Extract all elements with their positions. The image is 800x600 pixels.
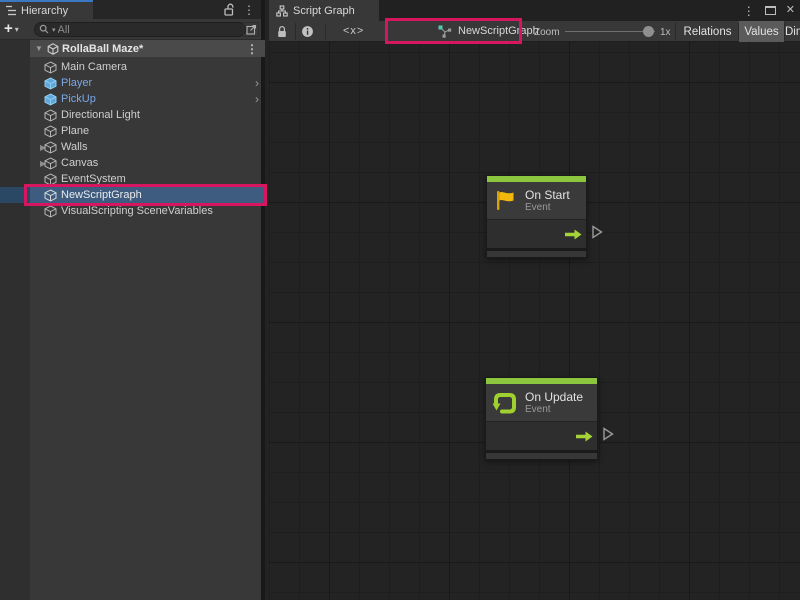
hierarchy-list: ▼ RollaBall Maze* ⋮ Main Camera Player › (0, 40, 261, 600)
prefab-chevron-icon[interactable]: › (255, 93, 259, 105)
graph-asset-icon (437, 24, 452, 38)
search-icon (39, 24, 50, 35)
output-port-icon[interactable] (591, 225, 603, 239)
tab-script-graph[interactable]: Script Graph (269, 0, 379, 21)
unity-editor-window: Hierarchy ⋮ + ▾ ▾ (0, 0, 800, 600)
flag-icon (493, 188, 518, 213)
tab-hierarchy[interactable]: Hierarchy (0, 0, 93, 19)
zoom-slider-track[interactable] (565, 31, 655, 32)
gameobject-cube-icon (44, 141, 57, 154)
node-on-update[interactable]: On Update Event (485, 377, 598, 460)
lock-icon[interactable] (276, 25, 288, 38)
scene-name: RollaBall Maze* (62, 43, 143, 55)
search-popout-button[interactable] (243, 22, 259, 37)
hierarchy-row-directional-light[interactable]: Directional Light (30, 107, 265, 123)
graph-tab-icon (276, 5, 288, 17)
hierarchy-tab-bar: Hierarchy ⋮ (0, 0, 261, 19)
hierarchy-row-scenevariables[interactable]: VisualScripting SceneVariables (30, 203, 265, 219)
node-footer (486, 450, 597, 459)
hierarchy-row-plane[interactable]: Plane (30, 123, 265, 139)
hierarchy-row-player[interactable]: Player › (30, 75, 265, 91)
hierarchy-toolbar: + ▾ ▾ (0, 19, 261, 40)
maximize-icon[interactable] (765, 6, 776, 15)
hierarchy-panel: Hierarchy ⋮ + ▾ ▾ (0, 0, 265, 600)
search-input[interactable] (58, 24, 208, 36)
search-filter-caret-icon[interactable]: ▾ (52, 26, 56, 34)
node-flow-row (487, 219, 586, 248)
tab-script-graph-label: Script Graph (293, 5, 355, 17)
node-subtitle: Event (525, 404, 583, 416)
prefab-chevron-icon[interactable]: › (255, 77, 259, 89)
foldout-closed-icon[interactable]: ▶ (30, 143, 44, 152)
output-port-icon[interactable] (602, 427, 614, 441)
prefab-cube-icon (44, 77, 57, 90)
zoom-label: Zoom (534, 27, 560, 38)
node-subtitle: Event (525, 202, 570, 214)
graph-title-button[interactable]: NewScriptGraph (437, 24, 539, 38)
gameobject-cube-icon (44, 173, 57, 186)
selected-row-gutter (0, 187, 30, 203)
prefab-cube-icon (44, 93, 57, 106)
node-footer (487, 248, 586, 257)
unlock-icon[interactable] (223, 3, 235, 16)
hierarchy-row-newscriptgraph[interactable]: NewScriptGraph (30, 187, 265, 203)
caret-down-icon: ▾ (15, 25, 19, 34)
gameobject-cube-icon (44, 61, 57, 74)
window-menu-icon[interactable]: ⋮ (743, 5, 755, 17)
node-title: On Update (525, 390, 583, 404)
gameobject-cube-icon (44, 189, 57, 202)
hierarchy-row-pickup[interactable]: PickUp › (30, 91, 265, 107)
hierarchy-row-main-camera[interactable]: Main Camera (30, 59, 265, 75)
flow-output-arrow-icon[interactable] (565, 229, 582, 240)
gameobject-cube-icon (44, 205, 57, 218)
scene-header[interactable]: ▼ RollaBall Maze* ⋮ (30, 40, 265, 57)
flow-output-arrow-icon[interactable] (576, 431, 593, 442)
gameobject-cube-icon (44, 157, 57, 170)
hierarchy-row-canvas[interactable]: ▶ Canvas (30, 155, 265, 171)
plus-icon: + (4, 22, 13, 36)
foldout-closed-icon[interactable]: ▶ (30, 159, 44, 168)
foldout-open-icon[interactable]: ▼ (34, 44, 44, 53)
zoom-value: 1x (660, 27, 671, 38)
script-graph-panel: Script Graph ⋮ ✕ <x> NewScriptGraph Zoom… (269, 0, 800, 600)
scene-menu-icon[interactable]: ⋮ (246, 43, 258, 55)
graph-canvas[interactable]: On Start Event On Update Event (269, 42, 800, 600)
values-button[interactable]: Values (739, 21, 784, 42)
script-graph-tab-bar: Script Graph ⋮ ✕ (269, 0, 800, 21)
node-flow-row (486, 421, 597, 450)
hierarchy-menu-icon[interactable]: ⋮ (243, 4, 255, 16)
hierarchy-row-walls[interactable]: ▶ Walls (30, 139, 265, 155)
graph-title-label: NewScriptGraph (458, 25, 539, 37)
node-title: On Start (525, 188, 570, 202)
gameobject-cube-icon (44, 125, 57, 138)
open-window-icon (246, 24, 257, 35)
dim-button[interactable]: Dim (785, 21, 800, 42)
hierarchy-search-box[interactable]: ▾ (34, 22, 246, 37)
zoom-slider-knob[interactable] (643, 26, 654, 37)
close-icon[interactable]: ✕ (786, 5, 795, 16)
info-icon[interactable] (301, 25, 314, 38)
script-graph-toolbar: <x> NewScriptGraph Zoom 1x Relations Val… (269, 21, 800, 42)
relations-button[interactable]: Relations (677, 21, 738, 42)
loop-icon (492, 390, 518, 416)
hierarchy-row-eventsystem[interactable]: EventSystem (30, 171, 265, 187)
hierarchy-icon (5, 5, 17, 16)
tab-hierarchy-label: Hierarchy (21, 5, 68, 17)
unity-logo-icon (47, 43, 59, 55)
node-on-start[interactable]: On Start Event (486, 175, 587, 258)
gameobject-cube-icon (44, 109, 57, 122)
create-object-button[interactable]: + ▾ (4, 21, 30, 37)
hierarchy-gutter (0, 40, 30, 600)
blackboard-variables-button[interactable]: <x> (343, 25, 364, 37)
